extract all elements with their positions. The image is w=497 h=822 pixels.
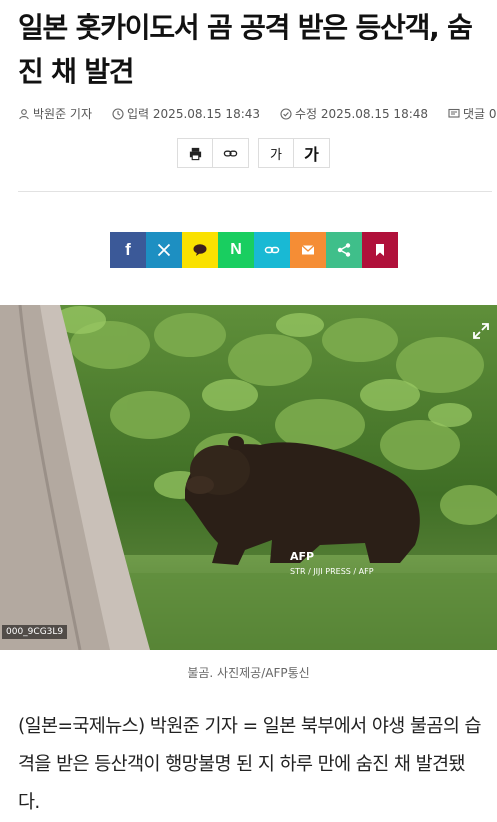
x-icon [157,243,171,257]
modified-date: 수정 2025.08.15 18:48 [280,105,428,122]
article-body: (일본=국제뉴스) 박원준 기자 = 일본 북부에서 야생 불곰의 습격을 받은… [18,716,482,813]
photo-code: 000_9CG3L9 [2,625,68,639]
author-name: 박원준 기자 [33,107,93,121]
modified-text: 수정 2025.08.15 18:48 [295,107,429,121]
author: 박원준 기자 [18,105,92,122]
font-smaller-button[interactable]: 가 [258,138,294,168]
print-button[interactable] [177,138,213,168]
kakaotalk-share-button[interactable] [182,232,218,268]
link-icon [223,150,238,156]
comments-text: 댓글 0 [463,107,497,121]
bookmark-icon [376,244,384,256]
facebook-share-button[interactable]: f [110,232,146,268]
copy-link-button[interactable] [213,138,249,168]
naver-icon: N [230,241,242,258]
article-title: 일본 홋카이도서 곰 공격 받은 등산객, 숨진 채 발견 [18,11,473,88]
speech-bubble-icon [193,244,207,256]
font-size-tools: 가 가 [258,138,330,168]
bookmark-button[interactable] [362,232,398,268]
photo-caption: 불곰. 사진제공/AFP통신 [187,666,310,680]
utility-tools [177,138,249,168]
clock-icon [112,107,124,120]
afp-logo: AFP [290,550,315,563]
expand-icon[interactable] [471,321,491,341]
article-photo[interactable]: AFP STR / JIJI PRESS / AFP 000_9CG3L9 [0,305,497,650]
article-meta: 박원준 기자 입력 2025.08.15 18:43 수정 2025.08.15… [18,105,497,122]
photo-credit: STR / JIJI PRESS / AFP [290,567,374,576]
link-share-button[interactable] [254,232,290,268]
naver-share-button[interactable]: N [218,232,254,268]
share-icon [337,243,351,257]
comment-icon [448,108,460,118]
person-icon [19,108,29,119]
header-divider [18,191,492,192]
email-share-button[interactable] [290,232,326,268]
published-date: 입력 2025.08.15 18:43 [112,105,260,122]
published-text: 입력 2025.08.15 18:43 [127,107,261,121]
print-icon [189,147,201,160]
mail-icon [301,245,315,255]
font-larger-button[interactable]: 가 [294,138,330,168]
share-bar: f N [110,232,398,268]
more-share-button[interactable] [326,232,362,268]
check-circle-icon [280,107,292,120]
comments-link[interactable]: 댓글 0 [448,105,497,122]
x-share-button[interactable] [146,232,182,268]
bear-photo [0,305,497,650]
facebook-icon: f [125,240,131,259]
link-icon [264,246,280,254]
